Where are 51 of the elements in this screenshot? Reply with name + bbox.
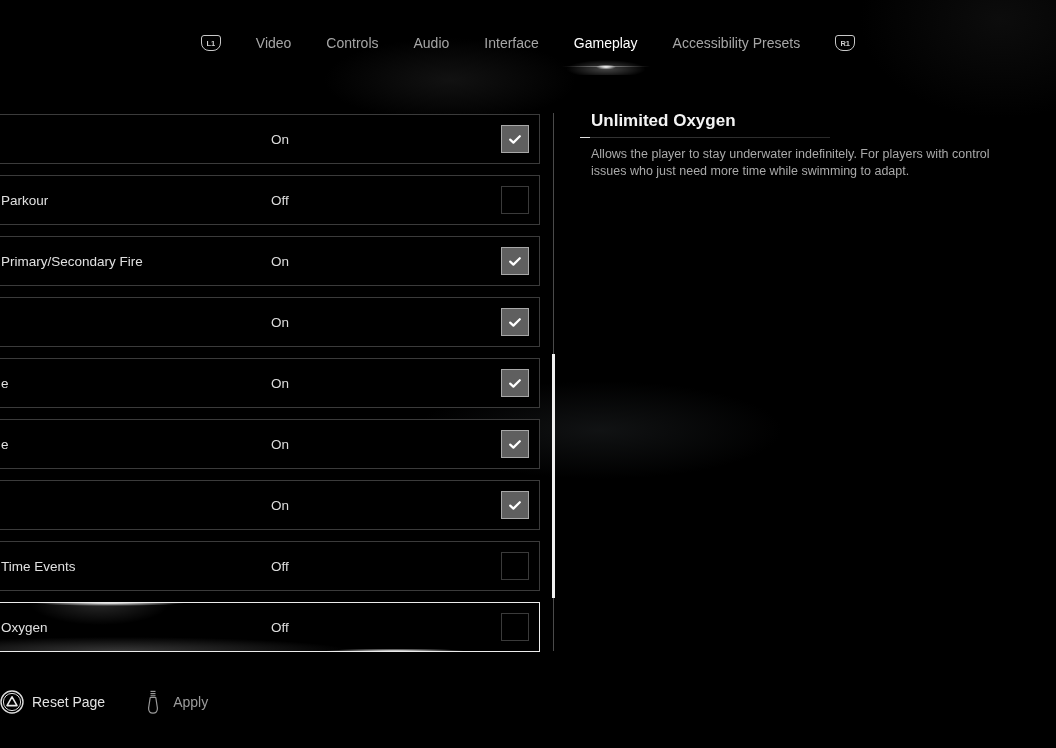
setting-value: On (271, 375, 289, 391)
setting-value: On (271, 497, 289, 513)
setting-row[interactable]: On (0, 297, 540, 347)
tab[interactable]: Video (243, 26, 304, 75)
setting-label: e (1, 436, 9, 452)
setting-row[interactable]: Primary/Secondary Fire On (0, 236, 540, 286)
setting-label: Parkour (1, 192, 49, 208)
checkbox[interactable] (501, 247, 529, 275)
checkbox[interactable] (501, 491, 529, 519)
setting-label: e (1, 375, 9, 391)
check-icon (509, 500, 521, 510)
checkbox[interactable] (501, 369, 529, 397)
setting-value: Off (271, 192, 289, 208)
action-button[interactable]: Reset Page (0, 690, 106, 714)
checkbox[interactable] (501, 430, 529, 458)
setting-row[interactable]: Time Events Off (0, 541, 540, 591)
setting-row[interactable]: Parkour Off (0, 175, 540, 225)
setting-row[interactable]: e On (0, 419, 540, 469)
setting-value: Off (271, 558, 289, 574)
setting-value: On (271, 131, 289, 147)
setting-row[interactable]: e On (0, 358, 540, 408)
check-icon (509, 317, 521, 327)
tab[interactable]: Audio (401, 26, 462, 75)
tab[interactable]: Accessibility Presets (660, 26, 813, 75)
tab[interactable]: Controls (314, 26, 391, 75)
detail-description: Allows the player to stay underwater indefinitely. For players with control issues who just need more time while swimming to adapt. (591, 146, 991, 180)
setting-value: On (271, 314, 289, 330)
setting-label: Time Events (1, 558, 76, 574)
setting-row[interactable]: On (0, 114, 540, 164)
checkbox[interactable] (501, 552, 529, 580)
setting-row[interactable]: Oxygen Off (0, 602, 540, 652)
check-icon (509, 256, 521, 266)
detail-title: Unlimited Oxygen (590, 110, 737, 132)
check-icon (509, 134, 521, 144)
triangle-button-icon (0, 690, 24, 714)
setting-value: Off (271, 619, 289, 635)
check-icon (509, 378, 521, 388)
tab[interactable]: Interface (472, 26, 551, 75)
setting-value: On (271, 253, 289, 269)
checkbox[interactable] (501, 125, 529, 153)
capsule-icon (147, 690, 160, 714)
checkbox[interactable] (501, 613, 529, 641)
scrollbar-thumb[interactable] (552, 354, 555, 598)
check-icon (509, 439, 521, 449)
checkbox[interactable] (501, 186, 529, 214)
scrollbar[interactable] (552, 113, 555, 651)
setting-row[interactable]: On (0, 480, 540, 530)
setting-label: Oxygen (1, 619, 48, 635)
checkbox[interactable] (501, 308, 529, 336)
setting-label: Primary/Secondary Fire (1, 253, 143, 269)
setting-value: On (271, 436, 289, 452)
